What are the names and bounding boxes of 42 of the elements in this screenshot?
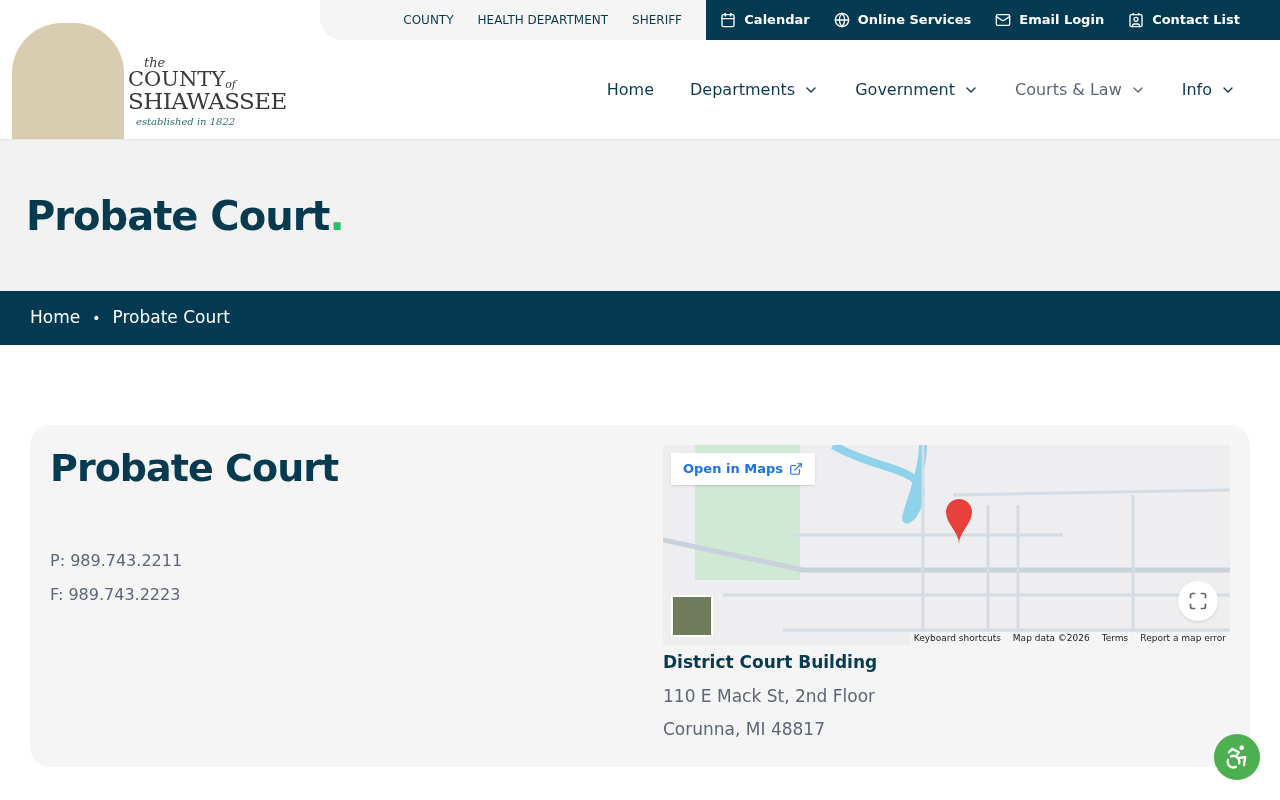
- mail-icon: [995, 12, 1012, 28]
- fullscreen-button[interactable]: [1178, 581, 1218, 621]
- map-footer-link[interactable]: Map data ©2026: [1012, 631, 1090, 645]
- globe-icon: [833, 12, 850, 28]
- utility-link[interactable]: HEALTH DEPARTMENT: [477, 11, 609, 29]
- phone-number: P: 989.743.2211: [50, 550, 184, 572]
- fullscreen-icon: [1188, 591, 1208, 611]
- quick-link[interactable]: Contact List: [1128, 10, 1240, 30]
- logo-text: of: [225, 79, 236, 90]
- address-line: Corunna, MI 48817: [663, 718, 826, 741]
- nav-link[interactable]: Courts & Law: [1014, 77, 1146, 102]
- nav-link[interactable]: Government: [855, 77, 979, 102]
- quick-link[interactable]: Calendar: [720, 10, 810, 30]
- map-footer-link[interactable]: Keyboard shortcuts: [913, 631, 1001, 645]
- quick-link[interactable]: Online Services: [833, 10, 972, 30]
- breadcrumb-separator: •: [92, 308, 101, 328]
- map-footer-link[interactable]: Terms: [1101, 631, 1129, 645]
- logo-text: COUNTY: [128, 69, 226, 90]
- address-line: 110 E Mack St, 2nd Floor: [663, 684, 877, 708]
- logo-tagline: established in 1822: [135, 117, 237, 127]
- map-footer-link[interactable]: Report a map error: [1140, 631, 1226, 645]
- quick-link[interactable]: Email Login: [995, 10, 1105, 30]
- location-name: District Court Building: [663, 651, 879, 674]
- utility-link[interactable]: COUNTY: [403, 11, 454, 29]
- accessibility-button[interactable]: [1214, 734, 1260, 780]
- logo-text: the: [143, 56, 167, 69]
- nav-link[interactable]: Info: [1181, 77, 1236, 102]
- satellite-layer-thumbnail[interactable]: [671, 595, 713, 637]
- breadcrumb-link[interactable]: Home: [30, 305, 81, 331]
- contact-card-icon: [1128, 12, 1145, 28]
- external-link-icon: [788, 461, 803, 476]
- logo-title: SHIAWASSEE: [128, 90, 287, 113]
- card-title: Probate Court: [50, 449, 339, 487]
- phone-number: F: 989.743.2223: [50, 584, 182, 606]
- open-in-maps-button[interactable]: Open in Maps: [671, 453, 815, 485]
- nav-link[interactable]: Home: [606, 77, 655, 102]
- page-title: Probate Court.: [26, 191, 344, 241]
- breadcrumb-link[interactable]: Probate Court: [112, 305, 230, 331]
- map-placeholder[interactable]: Open in Maps Keyboard shortcuts Map data ©2026 Terms Report a map error: [663, 445, 1230, 645]
- utility-link[interactable]: SHERIFF: [632, 11, 682, 29]
- nav-link[interactable]: Departments: [690, 77, 820, 102]
- calendar-icon: [720, 12, 737, 28]
